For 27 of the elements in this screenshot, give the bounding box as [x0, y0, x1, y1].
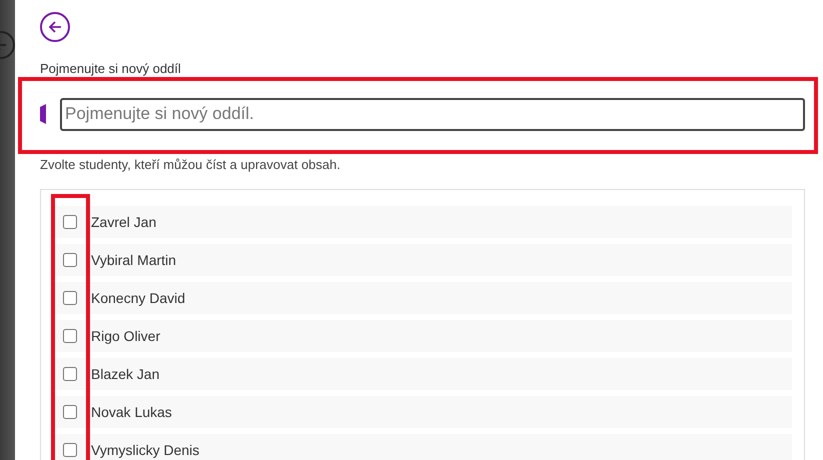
instruction-text: Zvolte studenty, kteří můžou číst a upravovat obsah. [40, 156, 340, 174]
student-row[interactable]: Zavrel Jan [53, 206, 792, 238]
student-row[interactable]: Rigo Oliver [53, 320, 792, 352]
checkbox[interactable] [63, 367, 77, 381]
student-name: Vymyslicky Denis [91, 440, 200, 460]
student-row[interactable]: Vymyslicky Denis [53, 434, 792, 460]
student-row[interactable]: Blazek Jan [53, 358, 792, 390]
checkbox[interactable] [63, 443, 77, 457]
checkbox[interactable] [63, 291, 77, 305]
checkbox[interactable] [63, 405, 77, 419]
student-row[interactable]: Konecny David [53, 282, 792, 314]
student-name: Novak Lukas [91, 402, 172, 422]
checkbox[interactable] [63, 253, 77, 267]
student-name: Rigo Oliver [91, 326, 160, 346]
section-tab-marker [40, 104, 46, 124]
student-name: Konecny David [91, 288, 186, 308]
student-name: Blazek Jan [91, 364, 160, 384]
field-label: Pojmenujte si nový oddíl [40, 61, 181, 76]
back-arrow-icon [47, 19, 63, 35]
section-name-field[interactable]: Pojmenujte si nový oddíl. [60, 98, 805, 130]
back-button[interactable] [40, 12, 70, 42]
student-row[interactable]: Novak Lukas [53, 396, 792, 428]
student-row[interactable]: Vybiral Martin [53, 244, 792, 276]
student-name: Zavrel Jan [91, 212, 156, 232]
checkbox[interactable] [63, 329, 77, 343]
checkbox[interactable] [63, 215, 77, 229]
student-name: Vybiral Martin [91, 250, 176, 270]
